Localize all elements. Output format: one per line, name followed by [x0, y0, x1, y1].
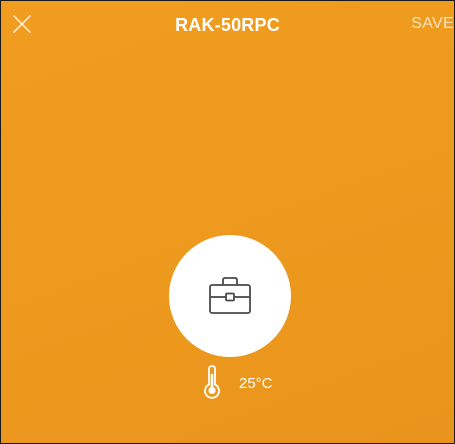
- save-button[interactable]: SAVE: [411, 15, 454, 33]
- thermometer-icon: [204, 365, 220, 399]
- mode-button[interactable]: [169, 235, 291, 357]
- temperature-value: 25°C: [239, 375, 273, 392]
- app-screen: RAK-50RPC SAVE 25°C: [0, 0, 455, 444]
- page-title: RAK-50RPC: [175, 15, 280, 35]
- briefcase-icon: [209, 277, 251, 314]
